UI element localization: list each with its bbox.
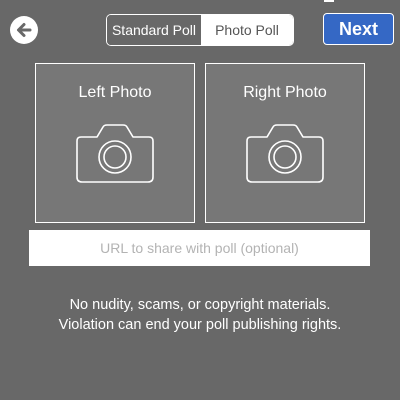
right-photo-label: Right Photo (243, 84, 327, 101)
right-photo-slot[interactable]: Right Photo (205, 63, 365, 223)
left-photo-label: Left Photo (78, 84, 152, 101)
url-input[interactable] (29, 230, 370, 266)
arrow-left-icon (14, 20, 34, 40)
back-button[interactable] (10, 16, 38, 44)
status-bar-glyph (324, 0, 334, 2)
left-photo-slot[interactable]: Left Photo (35, 63, 195, 223)
camera-icon (76, 124, 154, 183)
poll-type-segmented-control: Standard Poll Photo Poll (106, 14, 294, 46)
photo-poll-screen: Standard Poll Photo Poll Next Left Photo… (0, 0, 400, 400)
content-policy-notice: No nudity, scams, or copyright materials… (69, 297, 331, 313)
tab-photo-poll[interactable]: Photo Poll (201, 15, 293, 45)
camera-icon (246, 124, 324, 183)
violation-warning: Violation can end your poll publishing r… (58, 317, 342, 333)
next-button[interactable]: Next (323, 13, 394, 45)
tab-standard-poll[interactable]: Standard Poll (107, 15, 201, 45)
